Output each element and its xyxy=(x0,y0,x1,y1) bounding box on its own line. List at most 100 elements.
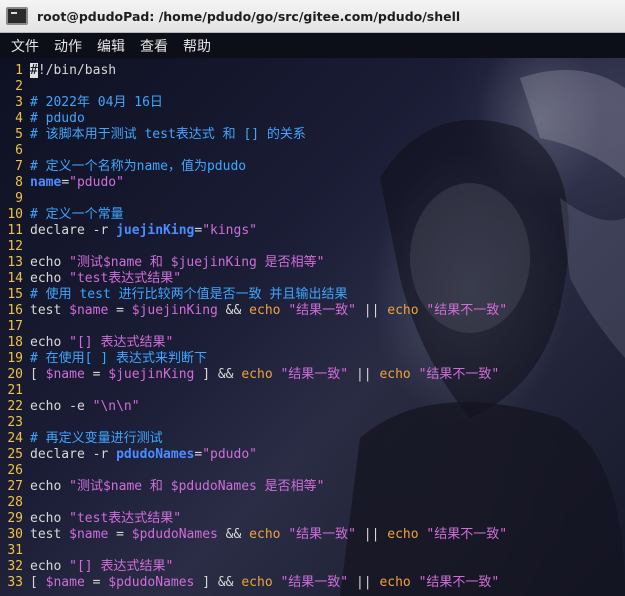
code-line[interactable]: 17 xyxy=(0,319,507,335)
line-text: #!/bin/bash xyxy=(30,63,116,79)
code-token: juejinKing xyxy=(116,223,195,238)
code-line[interactable]: 32 echo "[] 表达式结果" xyxy=(0,559,507,575)
line-text: # 在使用[ ] 表达式来判断下 xyxy=(30,351,207,367)
code-line[interactable]: 6 xyxy=(0,143,507,159)
line-number: 30 xyxy=(7,527,23,542)
menu-view[interactable]: 查看 xyxy=(140,36,168,56)
line-number: 32 xyxy=(7,559,23,574)
code-line[interactable]: 21 xyxy=(0,383,507,399)
code-token: "测试$name 和 $juejinKing 是否相等" xyxy=(69,255,325,270)
menu-edit[interactable]: 编辑 xyxy=(97,36,125,56)
code-line[interactable]: 27 echo "测试$name 和 $pdudoNames 是否相等" xyxy=(0,479,507,495)
line-number: 29 xyxy=(7,511,23,526)
code-token: $name xyxy=(69,527,109,542)
code-line[interactable]: 33 [ $name = $pdudoNames ] && echo "结果一致"… xyxy=(0,575,507,591)
line-number: 6 xyxy=(15,143,23,158)
line-text: echo "test表达式结果" xyxy=(30,271,181,287)
code-token: $juejinKing xyxy=(131,303,218,318)
code-line[interactable]: 8 name="pdudo" xyxy=(0,175,507,191)
code-token: echo xyxy=(30,559,70,574)
code-line[interactable]: 7 # 定义一个名称为name，值为pdudo xyxy=(0,159,507,175)
title-bar[interactable]: root@pdudoPad: /home/pdudo/go/src/gitee.… xyxy=(0,0,625,33)
code-line[interactable]: 10 # 定义一个常量 xyxy=(0,207,507,223)
line-number: 27 xyxy=(7,479,23,494)
code-line[interactable]: 16 test $name = $juejinKing && echo "结果一致… xyxy=(0,303,507,319)
menu-file[interactable]: 文件 xyxy=(11,36,39,56)
editor-area[interactable]: 1 #!/bin/bash 2 3 # 2022年 04月 16日 4 # pdudo 5 # … xyxy=(0,58,625,596)
line-text: # 再定义变量进行测试 xyxy=(30,431,163,447)
line-text: test $name = $juejinKing && echo "结果一致" … xyxy=(30,303,507,319)
line-number: 8 xyxy=(15,175,23,190)
code-token: && xyxy=(217,303,250,318)
code-token: "结果一致" xyxy=(288,303,356,318)
code-line[interactable]: 26 xyxy=(0,463,507,479)
code-line[interactable]: 9 xyxy=(0,191,507,207)
line-number: 25 xyxy=(7,447,23,462)
line-text: # pdudo xyxy=(30,111,85,127)
code-line[interactable]: 18 echo "[] 表达式结果" xyxy=(0,335,507,351)
menu-help[interactable]: 帮助 xyxy=(183,36,211,56)
code-line[interactable]: 24 # 再定义变量进行测试 xyxy=(0,431,507,447)
code-token: && xyxy=(217,527,250,542)
menu-bar: 文件 动作 编辑 查看 帮助 xyxy=(0,33,625,58)
code-token: echo xyxy=(30,335,70,350)
terminal-icon xyxy=(6,7,28,25)
code-line[interactable]: 2 xyxy=(0,79,507,95)
code-line[interactable]: 15 # 使用 test 进行比较两个值是否一致 并且输出结果 xyxy=(0,287,507,303)
code-line[interactable]: 12 xyxy=(0,239,507,255)
line-number: 12 xyxy=(7,239,23,254)
code-token: [ xyxy=(30,367,46,382)
code-token: || xyxy=(348,367,380,382)
line-text: [ $name = $juejinKing ] && echo "结果一致" |… xyxy=(30,367,499,383)
line-number: 22 xyxy=(7,399,23,414)
line-text: echo "测试$name 和 $juejinKing 是否相等" xyxy=(30,255,325,271)
code-line[interactable]: 3 # 2022年 04月 16日 xyxy=(0,95,507,111)
code-line[interactable]: 14 echo "test表达式结果" xyxy=(0,271,507,287)
code-token: declare -r xyxy=(30,447,117,462)
code-line[interactable]: 20 [ $name = $juejinKing ] && echo "结果一致"… xyxy=(0,367,507,383)
code-line[interactable]: 1 #!/bin/bash xyxy=(0,63,507,79)
code-line[interactable]: 19 # 在使用[ ] 表达式来判断下 xyxy=(0,351,507,367)
code-token: || xyxy=(355,303,388,318)
code-line[interactable]: 5 # 该脚本用于测试 test表达式 和 [] 的关系 xyxy=(0,127,507,143)
code-token: echo xyxy=(379,575,411,590)
line-number: 15 xyxy=(7,287,23,302)
code-token: ] && xyxy=(194,367,242,382)
line-number: 20 xyxy=(7,367,23,382)
code-token: "结果不一致" xyxy=(426,527,508,542)
code-line[interactable]: 11 declare -r juejinKing="kings" xyxy=(0,223,507,239)
code-line[interactable]: 23 xyxy=(0,415,507,431)
code-token: "[] 表达式结果" xyxy=(69,335,174,350)
code-line[interactable]: 13 echo "测试$name 和 $juejinKing 是否相等" xyxy=(0,255,507,271)
code-line[interactable]: 29 echo "test表达式结果" xyxy=(0,511,507,527)
code-token: [ xyxy=(30,575,46,590)
code-token: = xyxy=(108,303,132,318)
code-line[interactable]: 30 test $name = $pdudoNames && echo "结果一致… xyxy=(0,527,507,543)
code-token: declare -r xyxy=(30,223,117,238)
line-number: 13 xyxy=(7,255,23,270)
code-line[interactable]: 28 xyxy=(0,495,507,511)
code-token: name xyxy=(30,175,62,190)
code-line[interactable]: 31 xyxy=(0,543,507,559)
code-token: "kings" xyxy=(202,223,257,238)
code-token: # 定义一个常量 xyxy=(30,207,124,222)
code-token: || xyxy=(355,527,388,542)
code-token: $juejinKing xyxy=(108,367,195,382)
code-token: "test表达式结果" xyxy=(69,511,182,526)
code-token: = xyxy=(84,575,109,590)
code-token: $name xyxy=(69,303,109,318)
menu-action[interactable]: 动作 xyxy=(54,36,82,56)
code-line[interactable]: 4 # pdudo xyxy=(0,111,507,127)
line-text: # 该脚本用于测试 test表达式 和 [] 的关系 xyxy=(30,127,306,143)
code-token: $pdudoNames xyxy=(131,527,218,542)
code-token: $pdudoNames xyxy=(108,575,195,590)
line-number: 28 xyxy=(7,495,23,510)
code-token: echo xyxy=(249,527,281,542)
line-number: 2 xyxy=(15,79,23,94)
code-line[interactable]: 22 echo -e "\n\n" xyxy=(0,399,507,415)
code-token: "结果不一致" xyxy=(418,367,500,382)
code-line[interactable]: 25 declare -r pdudoNames="pdudo" xyxy=(0,447,507,463)
code-token: "pdudo" xyxy=(202,447,257,462)
code-token: !/bin/bash xyxy=(37,63,117,78)
